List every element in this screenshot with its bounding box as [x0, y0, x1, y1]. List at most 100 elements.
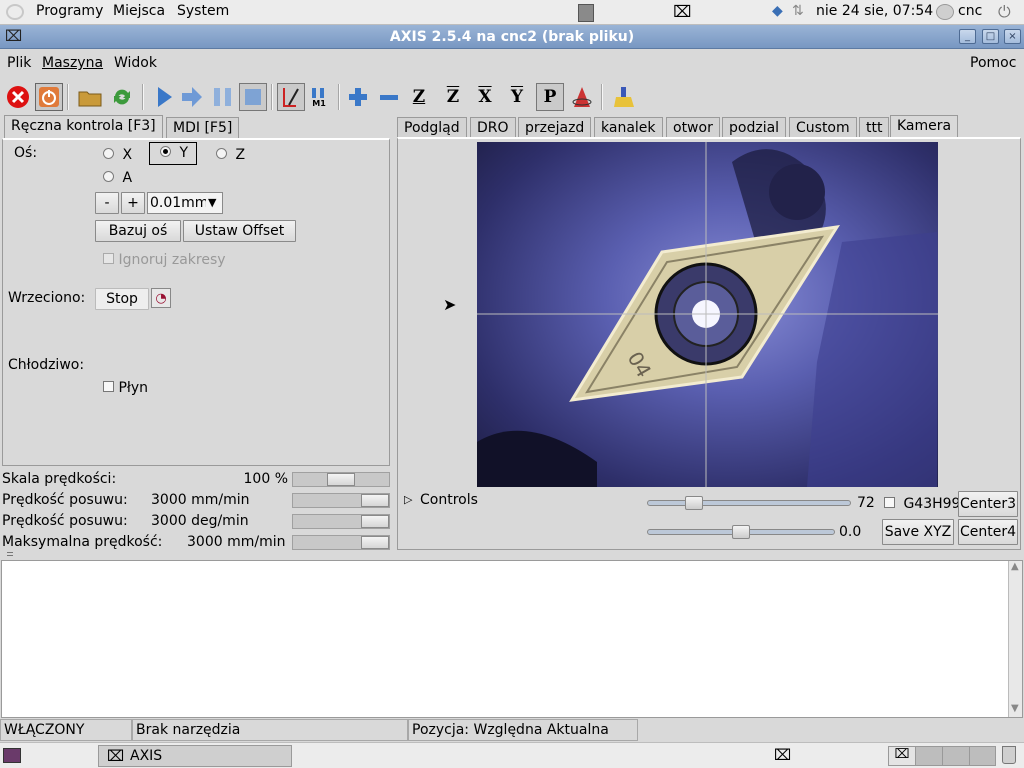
- workspace-2[interactable]: [916, 747, 943, 765]
- view-z2-icon[interactable]: Z: [439, 83, 467, 111]
- dropbox-icon[interactable]: ◆: [772, 3, 783, 19]
- increment-select[interactable]: 0.01mm ▼: [147, 192, 223, 214]
- scroll-up-icon[interactable]: ▲: [1011, 561, 1019, 572]
- view-p-icon[interactable]: P: [536, 83, 564, 111]
- pause-icon[interactable]: [209, 83, 237, 111]
- zoom-out-icon[interactable]: [375, 83, 403, 111]
- feed-override-slider[interactable]: [292, 472, 390, 487]
- run-icon[interactable]: [150, 83, 178, 111]
- menu-programy[interactable]: Programy: [36, 3, 103, 19]
- tab-preview[interactable]: Podgląd: [397, 117, 467, 139]
- menu-plik[interactable]: Plik: [7, 55, 31, 71]
- window-titlebar[interactable]: ⌧ AXIS 2.5.4 na cnc2 (brak pliku) _ □ ×: [0, 25, 1024, 49]
- controls-expander[interactable]: Controls: [420, 492, 478, 508]
- chevron-down-icon[interactable]: ▼: [208, 196, 216, 209]
- clock[interactable]: nie 24 sie, 07:54: [816, 3, 933, 19]
- camera-slider-1[interactable]: [647, 496, 851, 510]
- jog-minus-button[interactable]: -: [95, 192, 119, 214]
- spindle-speed-icon[interactable]: ◔: [151, 288, 171, 308]
- tab-manual[interactable]: Ręczna kontrola [F3]: [4, 115, 163, 139]
- tab-kanalek[interactable]: kanalek: [594, 117, 663, 139]
- flood-box[interactable]: [103, 381, 114, 392]
- stop-icon[interactable]: [239, 83, 267, 111]
- tab-podzial[interactable]: podzial: [722, 117, 787, 139]
- tab-ttt[interactable]: ttt: [859, 117, 890, 139]
- radio-a[interactable]: A: [103, 170, 132, 186]
- menu-miejsca[interactable]: Miejsca: [113, 3, 165, 19]
- menu-widok[interactable]: Widok: [114, 55, 157, 71]
- center4-button[interactable]: Center4: [958, 519, 1018, 545]
- zoom-in-icon[interactable]: [344, 83, 372, 111]
- menu-pomoc[interactable]: Pomoc: [970, 55, 1016, 71]
- slider-knob[interactable]: [327, 473, 355, 486]
- view-z-icon[interactable]: Z: [405, 83, 433, 111]
- workspace-4[interactable]: [970, 747, 996, 765]
- g43-box[interactable]: [884, 497, 895, 508]
- spindle-stop-button[interactable]: Stop: [95, 288, 149, 310]
- ignore-limits-box[interactable]: [103, 253, 114, 264]
- step-icon[interactable]: [178, 83, 206, 111]
- camera-slider-2[interactable]: [647, 525, 835, 539]
- jog-speed-slider[interactable]: [292, 493, 390, 508]
- user-name[interactable]: cnc: [958, 3, 982, 19]
- rotate-icon[interactable]: [568, 83, 596, 111]
- block-delete-icon[interactable]: [277, 83, 305, 111]
- show-desktop-icon[interactable]: [3, 748, 21, 763]
- max-velocity-slider[interactable]: [292, 535, 390, 550]
- tab-otwor[interactable]: otwor: [666, 117, 720, 139]
- tab-kamera[interactable]: Kamera: [890, 115, 959, 139]
- jog-plus-button[interactable]: +: [121, 192, 145, 214]
- g43-checkbox[interactable]: G43H99: [884, 496, 960, 512]
- touch-off-button[interactable]: Ustaw Offset: [183, 220, 296, 242]
- expander-icon[interactable]: ▷: [404, 493, 412, 506]
- console-scrollbar[interactable]: ▲ ▼: [1008, 561, 1022, 717]
- optional-stop-icon[interactable]: M1: [305, 83, 333, 111]
- menu-maszyna[interactable]: Maszyna: [42, 55, 103, 71]
- radio-z[interactable]: Z: [216, 147, 245, 163]
- flood-checkbox[interactable]: Płyn: [103, 380, 148, 396]
- workspace-1[interactable]: ⌧: [889, 747, 916, 765]
- workspace-switcher[interactable]: ⌧: [888, 746, 996, 766]
- open-icon[interactable]: [76, 83, 104, 111]
- radio-y-circle[interactable]: [160, 146, 171, 157]
- radio-y[interactable]: Y: [149, 142, 198, 165]
- slider-knob[interactable]: [685, 496, 703, 510]
- x-cursor-icon[interactable]: ⌧: [673, 2, 691, 21]
- gnome-foot-icon[interactable]: [6, 4, 24, 20]
- radio-a-circle[interactable]: [103, 171, 114, 182]
- tab-dro[interactable]: DRO: [470, 117, 516, 139]
- view-y-icon[interactable]: Y: [503, 83, 531, 111]
- slider-knob[interactable]: [361, 536, 389, 549]
- slider-knob[interactable]: [361, 515, 389, 528]
- radio-z-circle[interactable]: [216, 148, 227, 159]
- radio-x[interactable]: X: [103, 147, 132, 163]
- tab-custom[interactable]: Custom: [789, 117, 857, 139]
- message-console[interactable]: ▲ ▼: [1, 560, 1023, 718]
- slider-knob[interactable]: [732, 525, 750, 539]
- minimize-icon[interactable]: _: [959, 29, 976, 44]
- scroll-down-icon[interactable]: ▼: [1011, 703, 1019, 714]
- camera-view[interactable]: 04: [477, 142, 938, 487]
- maximize-icon[interactable]: □: [982, 29, 999, 44]
- ignore-limits-checkbox[interactable]: Ignoruj zakresy: [103, 252, 226, 268]
- home-axis-button[interactable]: Bazuj oś: [95, 220, 181, 242]
- trash-icon[interactable]: [1002, 746, 1016, 764]
- reload-icon[interactable]: [108, 83, 136, 111]
- view-x-icon[interactable]: X: [471, 83, 499, 111]
- shutdown-icon[interactable]: ⏻: [998, 2, 1011, 22]
- taskbar-axis-button[interactable]: ⌧ AXIS: [98, 745, 292, 767]
- tab-mdi[interactable]: MDI [F5]: [166, 117, 240, 139]
- tab-przejazd[interactable]: przejazd: [518, 117, 592, 139]
- center3-button[interactable]: Center3: [958, 491, 1018, 517]
- workspace-3[interactable]: [943, 747, 970, 765]
- slider-knob[interactable]: [361, 494, 389, 507]
- radio-x-circle[interactable]: [103, 148, 114, 159]
- calculator-icon[interactable]: [578, 4, 594, 22]
- pane-grip-icon[interactable]: [7, 552, 13, 556]
- power-icon[interactable]: [35, 83, 63, 111]
- close-icon[interactable]: ×: [1004, 29, 1021, 44]
- clear-icon[interactable]: [610, 83, 638, 111]
- network-icon[interactable]: ⇅: [792, 3, 804, 19]
- menu-system[interactable]: System: [177, 3, 229, 19]
- save-xyz-button[interactable]: Save XYZ: [882, 519, 954, 545]
